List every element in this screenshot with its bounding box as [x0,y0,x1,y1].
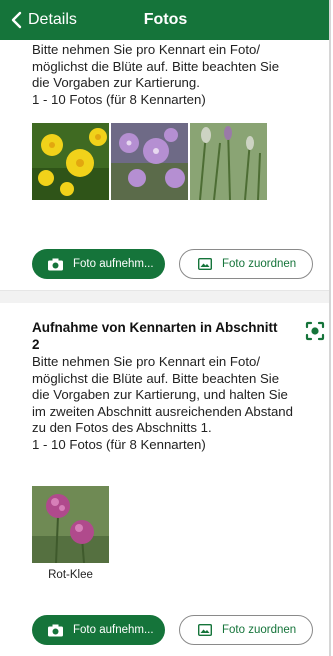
take-photo-button-1[interactable]: Foto aufnehm... [32,249,165,279]
take-photo-button-2[interactable]: Foto aufnehm... [32,615,165,645]
assign-photo-button-1[interactable]: Foto zuordnen [179,249,313,279]
section-2-title: Aufnahme von Kennarten in Abschnitt 2 [32,320,278,352]
section-2-description: Bitte nehmen Sie pro Kennart ein Foto/ m… [32,354,293,452]
photo-thumbnail-grass-plant[interactable] [190,123,267,200]
section-divider [0,290,329,304]
camera-icon [48,624,63,636]
section-1: Bitte nehmen Sie pro Kennart ein Foto/ m… [0,40,329,290]
photo-thumbnail-purple-flower[interactable] [111,123,188,200]
scan-focus-icon[interactable] [305,321,325,341]
species-photo-item[interactable]: Rot-Klee [32,486,109,581]
species-label: Rot-Klee [48,569,93,581]
section-2: Aufnahme von Kennarten in Abschnitt 2 Bi… [0,303,329,656]
section-1-description: Bitte nehmen Sie pro Kennart ein Foto/ m… [32,42,280,107]
assign-photo-label-2: Foto zuordnen [222,624,297,636]
photo-thumbnail-red-clover[interactable] [32,486,109,563]
camera-icon [48,258,63,270]
assign-photo-button-2[interactable]: Foto zuordnen [179,615,313,645]
chevron-left-icon [11,11,22,29]
take-photo-label-1: Foto aufnehm... [73,258,154,270]
back-button[interactable]: Details [10,0,77,40]
image-icon [198,624,212,636]
app-screen: Details Fotos Bitte nehmen Sie pro Kenna… [0,0,331,656]
nav-header: Details Fotos [0,0,329,40]
photo-thumbnail-yellow-flower[interactable] [32,123,109,200]
section-1-count: 1 - 10 Fotos (für 8 Kennarten) [32,91,206,107]
back-label: Details [28,11,77,28]
take-photo-label-2: Foto aufnehm... [73,624,154,636]
section-2-count: 1 - 10 Fotos (für 8 Kennarten) [32,436,206,452]
section-1-photo-list [32,123,267,200]
image-icon [198,258,212,270]
assign-photo-label-1: Foto zuordnen [222,258,297,270]
